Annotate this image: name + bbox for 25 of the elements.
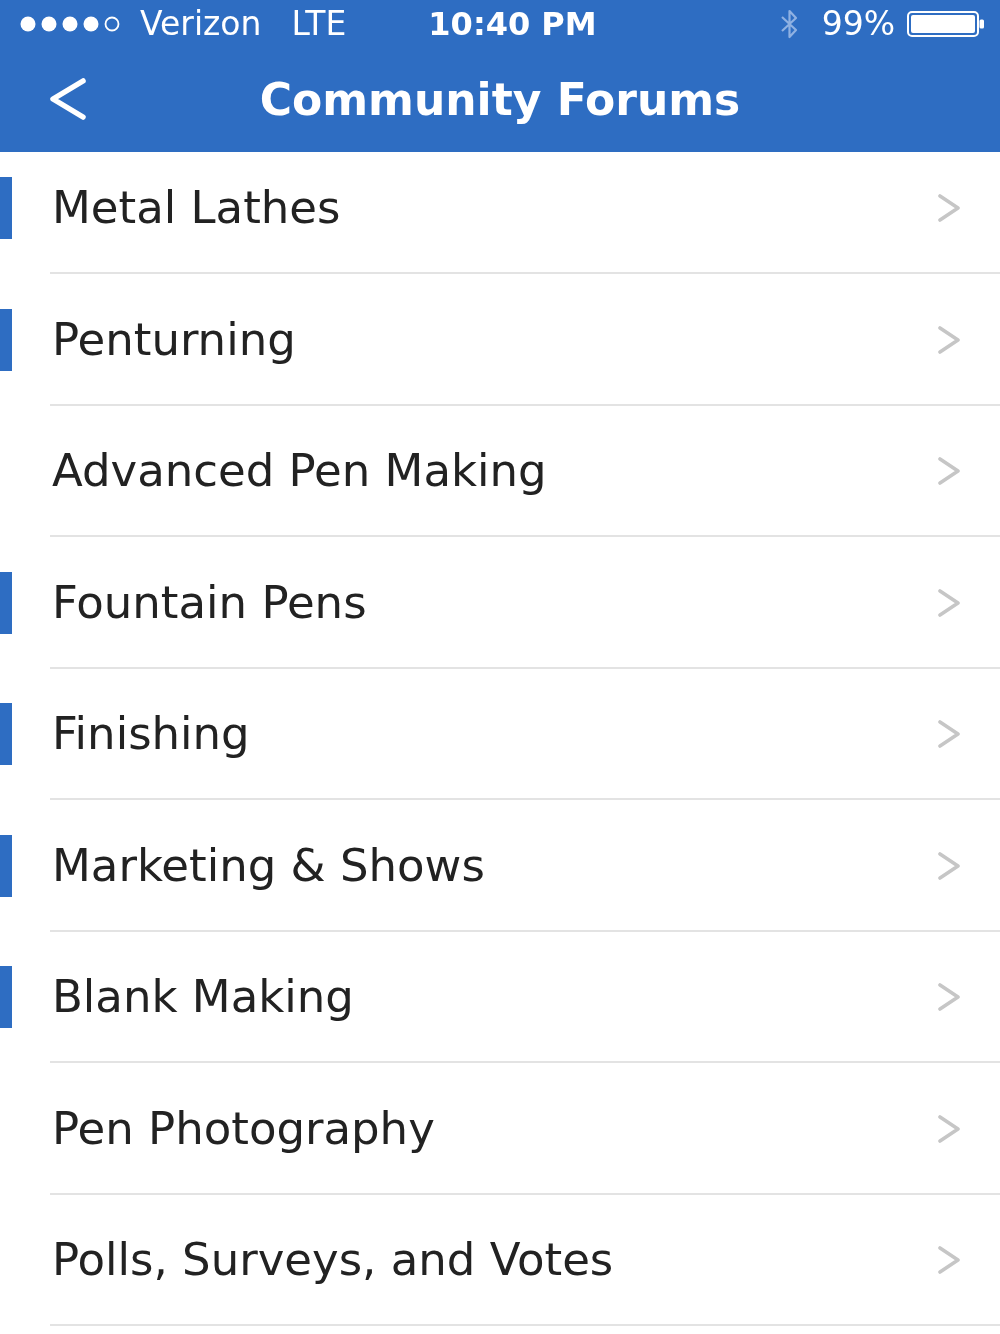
network-type: LTE — [291, 4, 347, 44]
forum-list-item[interactable]: Penturning — [0, 274, 1000, 406]
forum-list-item[interactable]: Marketing & Shows — [0, 800, 1000, 932]
chevron-right-icon — [937, 325, 961, 354]
forum-list-item[interactable]: Blank Making — [0, 931, 1000, 1063]
forum-list-item[interactable]: Polls, Surveys, and Votes — [0, 1194, 1000, 1326]
forum-list-item[interactable]: Advanced Pen Making — [0, 405, 1000, 537]
chevron-right-icon — [937, 1114, 961, 1143]
chevron-right-icon — [937, 457, 961, 486]
forum-list-item[interactable]: Finishing — [0, 668, 1000, 800]
chevron-right-icon — [937, 983, 961, 1012]
back-chevron-icon — [47, 78, 87, 120]
chevron-right-icon — [937, 194, 961, 223]
chevron-right-icon — [937, 720, 961, 749]
forum-list-item[interactable]: Fountain Pens — [0, 537, 1000, 669]
battery-icon — [907, 11, 985, 37]
clock-time: 10:40 PM — [427, 4, 597, 44]
chevron-right-icon — [937, 851, 961, 880]
chevron-right-icon — [937, 588, 961, 617]
screen-title: Community Forums — [259, 74, 741, 126]
chevron-right-icon — [937, 1246, 961, 1275]
forum-list-item[interactable]: Metal Lathes — [0, 152, 1000, 274]
carrier-name: Verizon — [140, 4, 262, 44]
forum-list-item[interactable]: Pen Photography — [0, 1063, 1000, 1195]
battery-percent: 99% — [821, 4, 895, 44]
